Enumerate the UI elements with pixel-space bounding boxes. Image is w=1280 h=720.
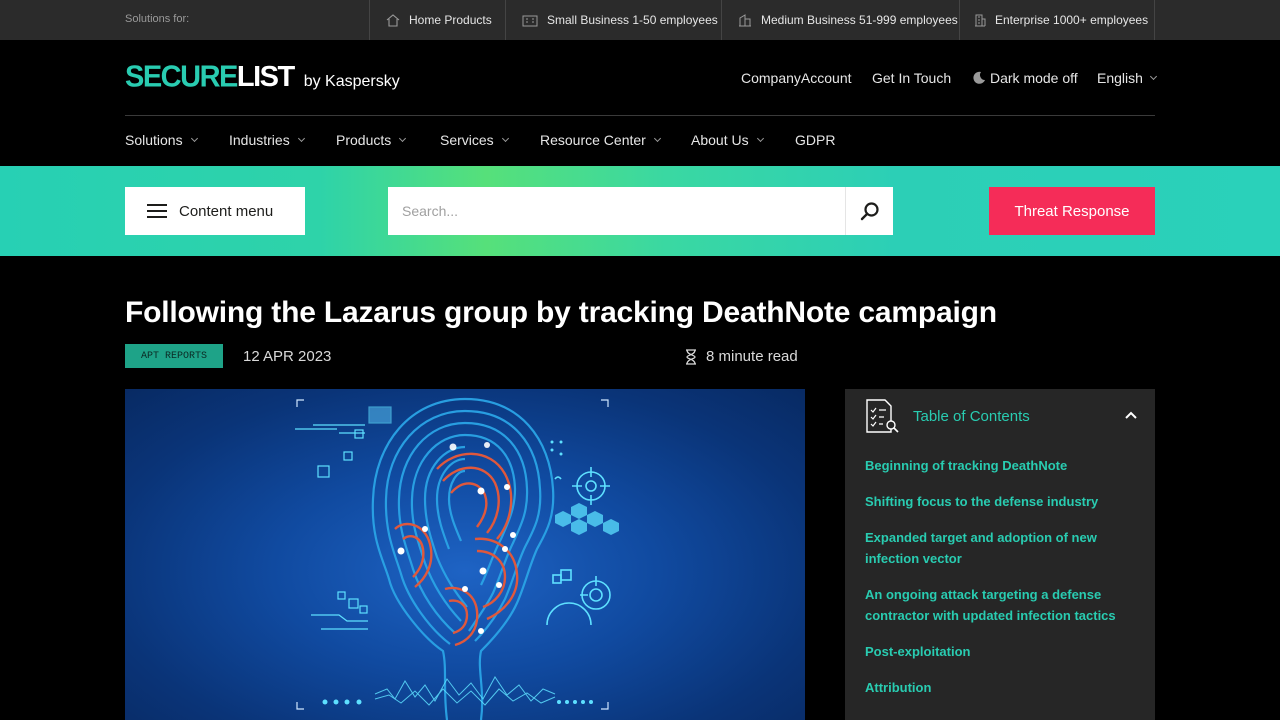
fingerprint-illustration — [295, 397, 619, 720]
toc-item[interactable]: Post-exploitation — [865, 641, 1127, 662]
hamburger-icon — [147, 204, 167, 218]
nav-about-us-label: About Us — [691, 132, 749, 148]
nav-about-us[interactable]: About Us — [691, 132, 764, 148]
search-button[interactable] — [845, 187, 893, 235]
nav-industries-label: Industries — [229, 132, 290, 148]
toc-header[interactable]: Table of Contents — [865, 398, 1030, 434]
article-title: Following the Lazarus group by tracking … — [125, 296, 997, 329]
company-account-link[interactable]: CompanyAccount — [741, 70, 852, 86]
small-building-icon — [522, 15, 538, 26]
nav-resource-center[interactable]: Resource Center — [540, 132, 661, 148]
hourglass-icon — [686, 348, 696, 365]
language-selector[interactable]: English — [1097, 70, 1157, 86]
moon-icon — [973, 71, 985, 84]
nav-products-label: Products — [336, 132, 392, 148]
solutions-medium-business[interactable]: Medium Business 51-999 employees — [721, 0, 959, 40]
read-time: 8 minute read — [684, 348, 798, 365]
article-hero-image — [125, 389, 805, 720]
toc-item[interactable]: Beginning of tracking DeathNote — [865, 455, 1127, 476]
nav-products[interactable]: Products — [336, 132, 407, 148]
document-search-icon — [866, 399, 899, 433]
chevron-down-icon — [297, 134, 305, 143]
header-divider — [125, 115, 1155, 116]
solutions-bar: Solutions for: Home Products Small Busin… — [0, 0, 1280, 40]
nav-solutions-label: Solutions — [125, 132, 183, 148]
nav-services-label: Services — [440, 132, 494, 148]
nav-gdpr-label: GDPR — [795, 132, 836, 148]
chevron-down-icon — [756, 134, 764, 143]
read-time-label: 8 minute read — [706, 348, 798, 365]
table-of-contents: Table of Contents Beginning of tracking … — [845, 389, 1155, 720]
logo-list-text: LIST — [236, 61, 295, 93]
enterprise-building-icon — [975, 14, 986, 26]
nav-services[interactable]: Services — [440, 132, 509, 148]
toc-list: Beginning of tracking DeathNote Shifting… — [865, 455, 1127, 713]
toc-item[interactable]: An ongoing attack targeting a defense co… — [865, 584, 1127, 626]
chevron-down-icon — [653, 134, 661, 143]
toc-item[interactable]: Attribution — [865, 677, 1127, 698]
chevron-down-icon — [1149, 72, 1157, 81]
nav-gdpr[interactable]: GDPR — [795, 132, 835, 148]
dark-mode-toggle[interactable]: Dark mode off — [972, 70, 1078, 86]
solutions-small-business[interactable]: Small Business 1-50 employees — [505, 0, 721, 40]
get-in-touch-link[interactable]: Get In Touch — [872, 70, 951, 86]
securelist-logo[interactable]: SECURE LIST by Kaspersky — [125, 60, 400, 94]
nav-solutions[interactable]: Solutions — [125, 132, 198, 148]
chevron-down-icon — [501, 134, 509, 143]
solutions-small-label: Small Business 1-50 employees — [547, 13, 718, 27]
solutions-enterprise[interactable]: Enterprise 1000+ employees — [959, 0, 1155, 40]
chevron-up-icon[interactable] — [1125, 409, 1137, 421]
solutions-label: Solutions for: — [125, 13, 190, 25]
language-label: English — [1097, 70, 1143, 86]
toc-item[interactable]: Expanded target and adoption of new infe… — [865, 527, 1127, 569]
solutions-enterprise-label: Enterprise 1000+ employees — [995, 13, 1149, 27]
search-box — [388, 187, 893, 235]
toc-title: Table of Contents — [913, 407, 1030, 425]
toc-item[interactable]: Shifting focus to the defense industry — [865, 491, 1127, 512]
nav-resource-center-label: Resource Center — [540, 132, 646, 148]
logo-secure-text: SECURE — [125, 60, 238, 94]
content-menu-label: Content menu — [179, 202, 274, 220]
dark-mode-label: Dark mode off — [990, 70, 1078, 86]
nav-industries[interactable]: Industries — [229, 132, 305, 148]
search-icon — [860, 202, 879, 221]
medium-building-icon — [739, 13, 751, 26]
chevron-down-icon — [399, 134, 407, 143]
category-tag[interactable]: APT REPORTS — [125, 344, 223, 368]
solutions-home-products[interactable]: Home Products — [369, 0, 505, 40]
content-menu-button[interactable]: Content menu — [125, 187, 305, 235]
search-input[interactable] — [388, 187, 844, 235]
solutions-medium-label: Medium Business 51-999 employees — [761, 13, 958, 27]
home-icon — [386, 13, 400, 27]
threat-response-button[interactable]: Threat Response — [989, 187, 1155, 235]
publish-date: 12 APR 2023 — [243, 348, 332, 365]
chevron-down-icon — [190, 134, 198, 143]
solutions-home-label: Home Products — [409, 13, 492, 27]
logo-by-text: by Kaspersky — [303, 73, 400, 90]
